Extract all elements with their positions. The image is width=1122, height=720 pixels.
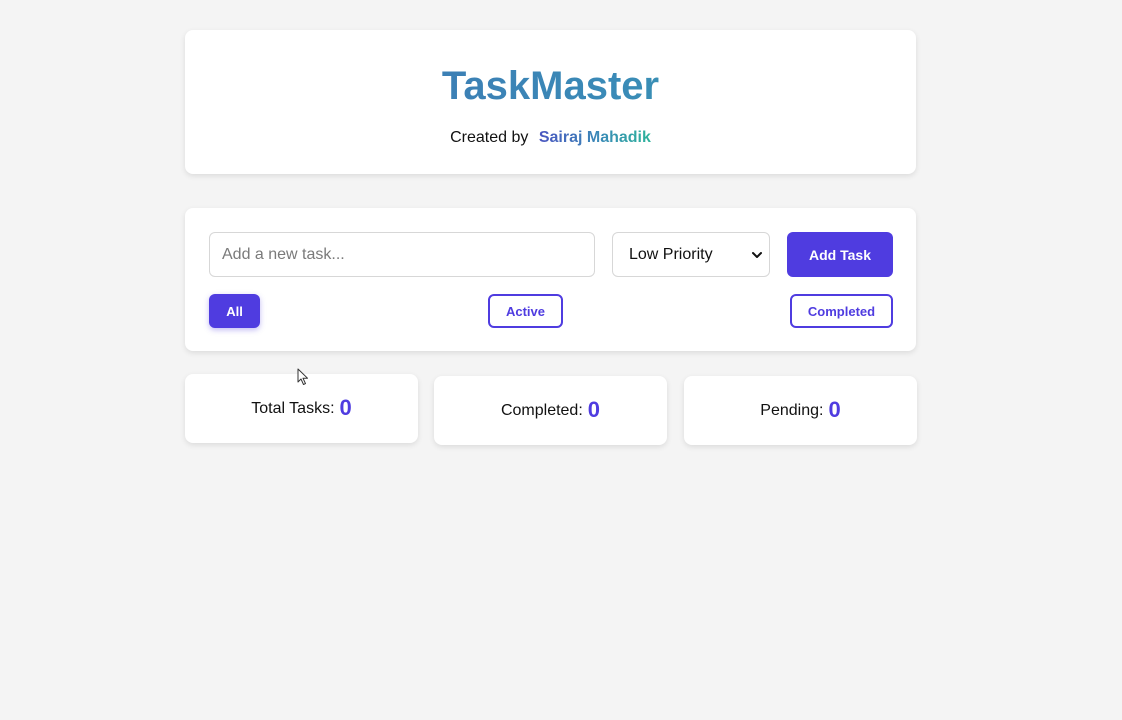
priority-selected-value: Low Priority [629, 246, 713, 263]
stat-pending-value: 0 [828, 396, 841, 422]
stat-total-value: 0 [339, 394, 352, 420]
task-form-card: Low Priority Add Task All Active Complet… [185, 208, 916, 351]
stat-completed-label: Completed: [500, 401, 583, 419]
stat-completed-value: 0 [587, 396, 601, 422]
stat-completed-card: Completed: 0 [434, 376, 667, 445]
stat-pending-card: Pending: 0 [684, 376, 917, 445]
filter-all-button[interactable]: All [209, 294, 260, 328]
stat-pending-label: Pending: [760, 401, 824, 419]
filter-completed-button[interactable]: Completed [790, 294, 893, 328]
author-credit: Created by Sairaj Mahadik [185, 130, 916, 146]
stat-total-card: Total Tasks: 0 [185, 374, 418, 443]
app-title: TaskMaster [185, 66, 916, 106]
stat-total-label: Total Tasks: [251, 399, 335, 417]
chevron-down-icon [752, 251, 762, 258]
credit-label: Created by [450, 129, 529, 146]
header-card: TaskMaster Created by Sairaj Mahadik [185, 30, 916, 174]
priority-select[interactable]: Low Priority [612, 232, 770, 277]
app-page: TaskMaster Created by Sairaj Mahadik Low… [0, 0, 1122, 720]
add-task-button[interactable]: Add Task [787, 232, 893, 277]
author-name: Sairaj Mahadik [538, 129, 651, 146]
new-task-input[interactable] [209, 232, 595, 277]
filter-active-button[interactable]: Active [488, 294, 563, 328]
